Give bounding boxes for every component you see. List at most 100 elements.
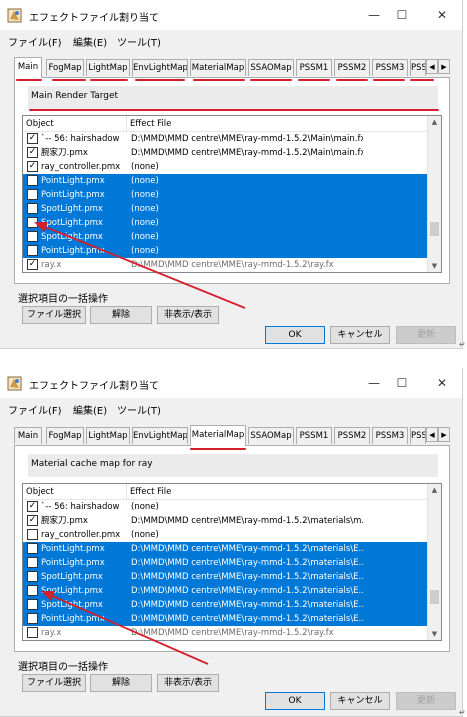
column-effect-file[interactable]: Effect File bbox=[127, 116, 429, 132]
minimize-button[interactable]: — bbox=[360, 372, 388, 394]
list-row[interactable]: ✓ 腕家刀.pmx D:\MMD\MMD centre\MME\ray-mmd-1.… bbox=[23, 514, 429, 528]
tab-pssm2[interactable]: PSSM2 bbox=[334, 427, 370, 444]
scroll-thumb[interactable] bbox=[430, 222, 439, 237]
tab-fogmap[interactable]: FogMap bbox=[46, 427, 84, 444]
list-scrollbar[interactable]: ▲ ▼ bbox=[427, 116, 441, 272]
list-row[interactable]: ray.x D:\MMD\MMD centre\MME\ray-mmd-1.5.2… bbox=[23, 626, 429, 640]
object-effect-list[interactable]: Object Effect File ✓ `-- 56: hairshadow (n… bbox=[22, 483, 442, 641]
list-row[interactable]: ✓ 腕家刀.pmx D:\MMD\MMD centre\MME\ray-mmd-1.… bbox=[23, 146, 429, 160]
row-checkbox[interactable] bbox=[27, 203, 38, 214]
list-row[interactable]: SpotLight.pmx D:\MMD\MMD centre\MME\ray-m… bbox=[23, 570, 429, 584]
list-row[interactable]: PointLight.pmx (none) bbox=[23, 244, 429, 258]
list-row[interactable]: ✓ ray_controller.pmx (none) bbox=[23, 160, 429, 174]
row-checkbox[interactable]: ✓ bbox=[27, 147, 38, 158]
column-object[interactable]: Object bbox=[23, 116, 127, 132]
list-row[interactable]: ✓ `-- 56: hairshadow D:\MMD\MMD centre\MME… bbox=[23, 132, 429, 146]
scroll-down-icon[interactable]: ▼ bbox=[428, 260, 441, 272]
tab-scroll-right-icon[interactable]: ▶ bbox=[438, 427, 450, 442]
tab-pssm1[interactable]: PSSM1 bbox=[296, 59, 332, 76]
row-checkbox[interactable]: ✓ bbox=[27, 161, 38, 172]
list-row[interactable]: PointLight.pmx (none) bbox=[23, 174, 429, 188]
file-select-button[interactable]: ファイル選択 bbox=[22, 306, 86, 324]
row-checkbox[interactable]: ✓ bbox=[27, 515, 38, 526]
list-row[interactable]: SpotLight.pmx (none) bbox=[23, 202, 429, 216]
tab-pssm4-partial[interactable]: PSS bbox=[410, 427, 426, 444]
menu-file[interactable]: ファイル(F) bbox=[8, 34, 62, 49]
minimize-button[interactable]: — bbox=[360, 4, 388, 26]
column-object[interactable]: Object bbox=[23, 484, 127, 500]
row-checkbox[interactable] bbox=[27, 529, 38, 540]
file-select-button[interactable]: ファイル選択 bbox=[22, 674, 86, 692]
row-checkbox[interactable] bbox=[27, 599, 38, 610]
scroll-up-icon[interactable]: ▲ bbox=[428, 116, 441, 128]
menu-edit[interactable]: 編集(E) bbox=[73, 402, 107, 417]
tab-lightmap[interactable]: LightMap bbox=[86, 59, 130, 76]
scroll-up-icon[interactable]: ▲ bbox=[428, 484, 441, 496]
row-checkbox[interactable] bbox=[27, 585, 38, 596]
tab-ssaomap[interactable]: SSAOMap bbox=[248, 427, 294, 444]
release-button[interactable]: 解除 bbox=[90, 674, 152, 692]
tab-envlightmap[interactable]: EnvLightMap bbox=[132, 59, 188, 76]
toggle-visibility-button[interactable]: 非表示/表示 bbox=[157, 674, 219, 692]
title-bar[interactable]: エフェクトファイル割り当て — ☐ ✕ bbox=[0, 0, 462, 30]
toggle-visibility-button[interactable]: 非表示/表示 bbox=[157, 306, 219, 324]
list-row[interactable]: PointLight.pmx D:\MMD\MMD centre\MME\ray-… bbox=[23, 542, 429, 556]
row-checkbox[interactable]: ✓ bbox=[27, 133, 38, 144]
list-row[interactable]: SpotLight.pmx (none) bbox=[23, 230, 429, 244]
title-bar[interactable]: エフェクトファイル割り当て — ☐ ✕ bbox=[0, 368, 462, 398]
list-row[interactable]: SpotLight.pmx D:\MMD\MMD centre\MME\ray-m… bbox=[23, 598, 429, 612]
row-checkbox[interactable] bbox=[27, 231, 38, 242]
object-effect-list[interactable]: Object Effect File ✓ `-- 56: hairshadow D:… bbox=[22, 115, 442, 273]
menu-tools[interactable]: ツール(T) bbox=[117, 34, 161, 49]
menu-edit[interactable]: 編集(E) bbox=[73, 34, 107, 49]
tab-main[interactable]: Main bbox=[14, 427, 42, 444]
tab-scroll-left-icon[interactable]: ◀ bbox=[426, 427, 438, 442]
maximize-button[interactable]: ☐ bbox=[388, 4, 416, 26]
tab-pssm1[interactable]: PSSM1 bbox=[296, 427, 332, 444]
row-checkbox[interactable] bbox=[27, 217, 38, 228]
list-row[interactable]: PointLight.pmx D:\MMD\MMD centre\MME\ray-… bbox=[23, 612, 429, 626]
cancel-button[interactable]: キャンセル bbox=[330, 692, 390, 710]
tab-pssm3[interactable]: PSSM3 bbox=[372, 427, 408, 444]
list-row[interactable]: ray_controller.pmx (none) bbox=[23, 528, 429, 542]
list-scrollbar[interactable]: ▲ ▼ bbox=[427, 484, 441, 640]
list-row[interactable]: SpotLight.pmx (none) bbox=[23, 216, 429, 230]
tab-materialmap[interactable]: MaterialMap bbox=[190, 59, 246, 76]
cancel-button[interactable]: キャンセル bbox=[330, 326, 390, 344]
scroll-down-icon[interactable]: ▼ bbox=[428, 628, 441, 640]
ok-button[interactable]: OK bbox=[265, 326, 325, 344]
column-effect-file[interactable]: Effect File bbox=[127, 484, 429, 500]
row-checkbox[interactable]: ✓ bbox=[27, 501, 38, 512]
list-row[interactable]: PointLight.pmx D:\MMD\MMD centre\MME\ray-… bbox=[23, 556, 429, 570]
row-checkbox[interactable] bbox=[27, 245, 38, 256]
list-row[interactable]: PointLight.pmx (none) bbox=[23, 188, 429, 202]
tab-materialmap[interactable]: MaterialMap bbox=[190, 425, 246, 446]
row-checkbox[interactable] bbox=[27, 571, 38, 582]
menu-tools[interactable]: ツール(T) bbox=[117, 402, 161, 417]
row-checkbox[interactable]: ✓ bbox=[27, 259, 38, 270]
tab-envlightmap[interactable]: EnvLightMap bbox=[132, 427, 188, 444]
row-checkbox[interactable] bbox=[27, 543, 38, 554]
row-checkbox[interactable] bbox=[27, 189, 38, 200]
close-button[interactable]: ✕ bbox=[428, 372, 456, 394]
tab-pssm3[interactable]: PSSM3 bbox=[372, 59, 408, 76]
tab-scroll-right-icon[interactable]: ▶ bbox=[438, 59, 450, 74]
row-checkbox[interactable] bbox=[27, 627, 38, 638]
tab-lightmap[interactable]: LightMap bbox=[86, 427, 130, 444]
row-checkbox[interactable] bbox=[27, 557, 38, 568]
scroll-thumb[interactable] bbox=[430, 590, 439, 605]
maximize-button[interactable]: ☐ bbox=[388, 372, 416, 394]
tab-scroll-left-icon[interactable]: ◀ bbox=[426, 59, 438, 74]
list-row[interactable]: ✓ ray.x D:\MMD\MMD centre\MME\ray-mmd-1.5.… bbox=[23, 258, 429, 272]
tab-pssm4-partial[interactable]: PSS bbox=[410, 59, 426, 76]
tab-pssm2[interactable]: PSSM2 bbox=[334, 59, 370, 76]
list-row[interactable]: SpotLight.pmx D:\MMD\MMD centre\MME\ray-m… bbox=[23, 584, 429, 598]
list-row[interactable]: ✓ `-- 56: hairshadow (none) bbox=[23, 500, 429, 514]
row-checkbox[interactable] bbox=[27, 175, 38, 186]
tab-main[interactable]: Main bbox=[14, 57, 42, 78]
menu-file[interactable]: ファイル(F) bbox=[8, 402, 62, 417]
tab-ssaomap[interactable]: SSAOMap bbox=[248, 59, 294, 76]
tab-fogmap[interactable]: FogMap bbox=[46, 59, 84, 76]
ok-button[interactable]: OK bbox=[265, 692, 325, 710]
close-button[interactable]: ✕ bbox=[428, 4, 456, 26]
